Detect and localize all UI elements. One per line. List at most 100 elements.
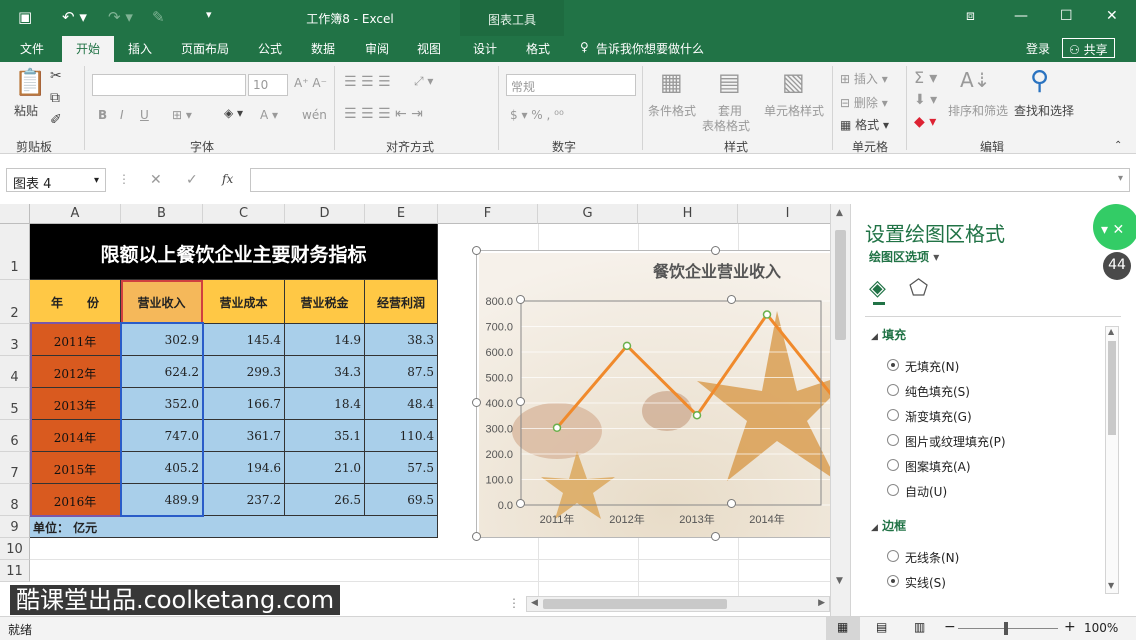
scroll-left-icon[interactable]: ◀ [531,598,538,608]
no-line-label[interactable]: 无线条(N) [905,549,959,566]
normal-view-button[interactable]: ▦ [826,617,860,640]
auto-fill-label[interactable]: 自动(U) [905,483,947,500]
find-select-button[interactable]: 查找和选择 [1014,102,1074,119]
scroll-up-icon[interactable]: ▲ [836,208,843,218]
grow-font-icon[interactable]: A⁺ A⁻ [294,76,327,90]
gradient-fill-label[interactable]: 渐变填充(G) [905,408,972,425]
pane-scrollbar[interactable]: ▲ ▼ [1105,326,1119,594]
year-cell[interactable]: 2014年 [30,420,121,452]
border-section-header[interactable]: ◢ 边框 [871,517,906,534]
paste-icon[interactable]: 📋 [14,68,46,98]
resize-handle[interactable] [472,246,481,255]
plot-options-dropdown[interactable]: 绘图区选项 ▾ [869,248,939,265]
tax-cell[interactable]: 35.1 [285,420,365,452]
resize-handle[interactable] [472,532,481,541]
tab-formulas[interactable]: 公式 [258,40,282,57]
tab-review[interactable]: 审阅 [365,40,389,57]
page-layout-view-icon[interactable]: ▤ [876,620,887,634]
row-header[interactable]: 1 [0,224,30,280]
row-header[interactable]: 6 [0,420,30,452]
year-cell[interactable]: 2012年 [30,356,121,388]
column-header[interactable]: C [203,204,285,224]
enter-icon[interactable]: ✓ [186,172,198,188]
italic-icon[interactable]: I [120,108,124,122]
tab-page-layout[interactable]: 页面布局 [181,40,229,57]
row-header[interactable]: 8 [0,484,30,516]
pane-close-button[interactable]: ▾ ✕ [1093,204,1136,250]
zoom-in-icon[interactable]: + [1064,619,1076,635]
tab-file[interactable]: 文件 [20,40,44,57]
profit-cell[interactable]: 87.5 [365,356,438,388]
cost-cell[interactable]: 299.3 [203,356,285,388]
login-link[interactable]: 登录 [1026,40,1050,57]
underline-icon[interactable]: U [140,108,149,122]
resize-handle[interactable] [472,398,481,407]
data-point[interactable] [622,341,632,351]
header-cell[interactable]: 营业税金 [285,280,365,324]
pattern-fill-radio[interactable] [887,459,899,471]
cost-cell[interactable]: 145.4 [203,324,285,356]
font-name-combo[interactable] [92,74,246,96]
sheet-options-icon[interactable]: ⋮ [508,596,520,610]
table-format-line2[interactable]: 表格格式 [702,117,750,134]
formula-input[interactable]: ▾ [250,168,1130,192]
zoom-out-icon[interactable]: − [944,619,956,635]
scroll-down-icon[interactable]: ▼ [1108,581,1114,590]
plot-handle[interactable] [516,397,525,406]
table-format-icon[interactable]: ▤ [718,68,741,96]
year-cell[interactable]: 2016年 [30,484,121,516]
line-chart[interactable]: 餐饮企业营业收入 0.0 100.0 200.0 300.0 400.0 500.0 600… [477,251,850,539]
profit-cell[interactable]: 69.5 [365,484,438,516]
revenue-cell[interactable]: 489.9 [121,484,203,516]
no-fill-radio[interactable] [887,359,899,371]
scroll-thumb[interactable] [1108,341,1116,435]
picture-fill-radio[interactable] [887,434,899,446]
copy-icon[interactable]: ⧉ [50,90,60,106]
find-select-icon[interactable]: ⚲ [1030,66,1049,96]
row-header[interactable]: 2 [0,280,30,324]
tab-view[interactable]: 视图 [417,40,441,57]
auto-fill-radio[interactable] [887,484,899,496]
plot-handle[interactable] [727,295,736,304]
zoom-level[interactable]: 100% [1084,621,1118,635]
data-point[interactable] [762,310,772,319]
name-box[interactable]: 图表 4 ▾ [6,168,106,192]
row-header[interactable]: 7 [0,452,30,484]
tab-data[interactable]: 数据 [311,40,335,57]
fx-button[interactable]: fx [222,172,233,186]
tax-cell[interactable]: 21.0 [285,452,365,484]
column-header[interactable]: B [121,204,203,224]
resize-handle[interactable] [711,532,720,541]
row-header[interactable]: 4 [0,356,30,388]
share-button[interactable]: ⚇ 共享 [1062,38,1115,58]
tab-format[interactable]: 格式 [526,40,550,57]
tellme-icon[interactable]: ♀ [580,40,589,54]
currency-icon[interactable]: $ ▾ % , ⁰⁰ [510,108,564,122]
scroll-thumb[interactable] [543,599,727,609]
year-cell[interactable]: 2013年 [30,388,121,420]
tax-cell[interactable]: 34.3 [285,356,365,388]
solid-fill-label[interactable]: 纯色填充(S) [905,383,970,400]
header-cell[interactable]: 营业成本 [203,280,285,324]
row-header[interactable]: 9 [0,516,30,538]
solid-line-label[interactable]: 实线(S) [905,574,946,591]
minimize-button[interactable]: — [1014,8,1028,24]
cost-cell[interactable]: 237.2 [203,484,285,516]
no-line-radio[interactable] [887,550,899,562]
header-cell[interactable]: 营业收入 [121,280,203,324]
format-brush-icon[interactable]: ✐ [50,112,62,128]
phonetic-icon[interactable]: wén [302,108,327,122]
no-fill-label[interactable]: 无填充(N) [905,358,959,375]
row-header[interactable]: 11 [0,560,30,582]
unit-cell[interactable]: 单位： 亿元 [30,516,438,538]
close-button[interactable]: ✕ [1106,8,1118,24]
year-cell[interactable]: 2011年 [30,324,121,356]
year-cell[interactable]: 2015年 [30,452,121,484]
orientation-icon[interactable]: ⤢ ▾ [414,74,433,89]
revenue-cell[interactable]: 624.2 [121,356,203,388]
revenue-cell[interactable]: 302.9 [121,324,203,356]
column-header[interactable]: G [538,204,638,224]
gradient-fill-radio[interactable] [887,409,899,421]
worksheet[interactable]: A B C D E F G H I 1 2 3 4 5 6 7 8 9 10 1… [0,204,850,616]
zoom-slider-thumb[interactable] [1004,622,1008,635]
